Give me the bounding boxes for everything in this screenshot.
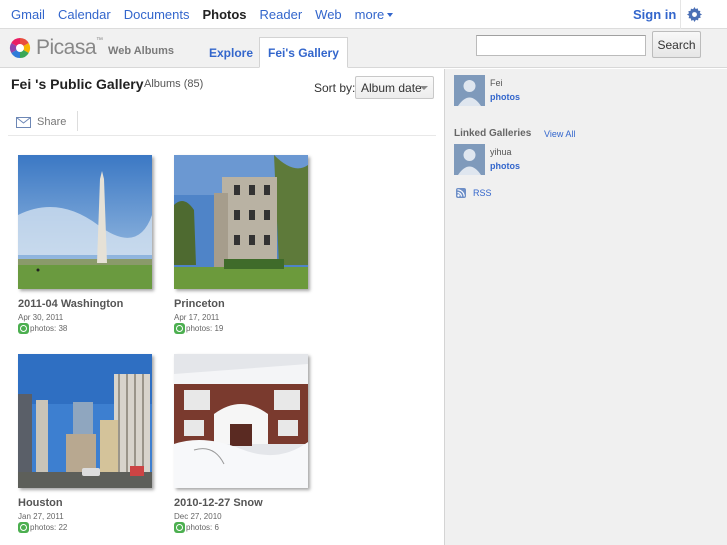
- share-button[interactable]: Share: [16, 116, 66, 128]
- owner-name: Fei: [490, 78, 503, 88]
- album-photo-count-text: photos: 6: [186, 523, 219, 532]
- logo-trademark: ™: [96, 36, 104, 44]
- user-silhouette-icon: [454, 75, 485, 106]
- logo-subtitle: Web Albums: [108, 44, 175, 57]
- nav-more[interactable]: more: [355, 7, 394, 22]
- gallery-sidebar: Fei photos Linked Galleries View All yih…: [444, 69, 727, 545]
- album-photo-count-text: photos: 38: [30, 324, 68, 333]
- sort-select-value: Album date: [361, 81, 422, 95]
- sort-select[interactable]: Album date: [355, 76, 434, 99]
- album-cover-image: [18, 155, 152, 289]
- album-cover-image: [174, 155, 308, 289]
- album-cover-image: [18, 354, 152, 488]
- search-button[interactable]: Search: [652, 31, 701, 58]
- nav-photos[interactable]: Photos: [202, 7, 246, 22]
- public-album-icon: [174, 323, 185, 334]
- album-card[interactable]: Princeton Apr 17, 2011 photos: 19: [174, 155, 324, 334]
- album-thumbnail[interactable]: [18, 155, 152, 289]
- album-photo-count-text: photos: 22: [30, 523, 68, 532]
- sort-label: Sort by:: [314, 81, 356, 95]
- album-title[interactable]: Princeton: [174, 298, 324, 310]
- nav-more-label: more: [354, 7, 385, 22]
- rss-label: RSS: [473, 188, 492, 198]
- linked-galleries-title: Linked Galleries: [454, 128, 532, 139]
- share-label: Share: [37, 116, 67, 128]
- linked-user-name: yihua: [490, 147, 512, 157]
- search-input[interactable]: [476, 35, 646, 56]
- sign-in-link[interactable]: Sign in: [633, 7, 676, 22]
- album-card[interactable]: Houston Jan 27, 2011 photos: 22: [18, 354, 168, 533]
- album-title[interactable]: 2010-12-27 Snow: [174, 497, 324, 509]
- settings-button[interactable]: [680, 0, 707, 29]
- album-card[interactable]: 2011-04 Washington Apr 30, 2011 photos: …: [18, 155, 168, 334]
- view-all-link[interactable]: View All: [544, 129, 575, 139]
- nav-reader[interactable]: Reader: [260, 7, 303, 22]
- linked-user-photos-link[interactable]: photos: [490, 161, 520, 171]
- album-photo-count: photos: 19: [174, 323, 324, 334]
- picasa-pinwheel-icon: [9, 37, 31, 59]
- album-date: Apr 30, 2011: [18, 313, 64, 322]
- rss-icon: [456, 188, 466, 198]
- page-title: Fei 's Public Gallery: [11, 76, 144, 92]
- avatar[interactable]: [454, 144, 485, 175]
- rss-link[interactable]: RSS: [456, 188, 492, 198]
- album-photo-count-text: photos: 19: [186, 324, 224, 333]
- user-silhouette-icon: [454, 144, 485, 175]
- picasa-logo[interactable]: Picasa ™ Web Albums: [9, 36, 174, 60]
- album-thumbnail[interactable]: [174, 354, 308, 488]
- owner-photos-link[interactable]: photos: [490, 92, 520, 102]
- album-title[interactable]: Houston: [18, 497, 168, 509]
- nav-documents[interactable]: Documents: [124, 7, 190, 22]
- public-album-icon: [18, 323, 29, 334]
- album-card[interactable]: 2010-12-27 Snow Dec 27, 2010 photos: 6: [174, 354, 324, 533]
- avatar[interactable]: [454, 75, 485, 106]
- tab-explore[interactable]: Explore: [201, 37, 261, 68]
- tab-feis-gallery[interactable]: Fei's Gallery: [259, 37, 348, 68]
- logo-wordmark: Picasa: [36, 36, 97, 59]
- chevron-down-icon: [420, 86, 428, 90]
- public-album-icon: [18, 522, 29, 533]
- divider: [8, 135, 436, 136]
- google-nav: Gmail Calendar Documents Photos Reader W…: [11, 7, 406, 22]
- gallery-main: Fei 's Public Gallery Albums (85) Sort b…: [0, 69, 444, 545]
- album-photo-count: photos: 38: [18, 323, 168, 334]
- chevron-down-icon: [387, 13, 394, 17]
- picasa-header: Picasa ™ Web Albums Explore Fei's Gallery…: [0, 29, 727, 68]
- album-count: Albums (85): [144, 78, 204, 90]
- album-photo-count: photos: 22: [18, 522, 168, 533]
- album-date: Dec 27, 2010: [174, 512, 222, 521]
- album-cover-image: [174, 354, 308, 488]
- album-title[interactable]: 2011-04 Washington: [18, 298, 168, 310]
- nav-calendar[interactable]: Calendar: [58, 7, 111, 22]
- album-date: Jan 27, 2011: [18, 512, 64, 521]
- album-thumbnail[interactable]: [174, 155, 308, 289]
- album-thumbnail[interactable]: [18, 354, 152, 488]
- album-photo-count: photos: 6: [174, 522, 324, 533]
- envelope-icon: [16, 116, 31, 128]
- gear-icon: [686, 7, 702, 22]
- divider: [77, 111, 78, 131]
- nav-web[interactable]: Web: [315, 7, 342, 22]
- album-date: Apr 17, 2011: [174, 313, 220, 322]
- google-bar: Gmail Calendar Documents Photos Reader W…: [0, 0, 727, 29]
- nav-gmail[interactable]: Gmail: [11, 7, 45, 22]
- public-album-icon: [174, 522, 185, 533]
